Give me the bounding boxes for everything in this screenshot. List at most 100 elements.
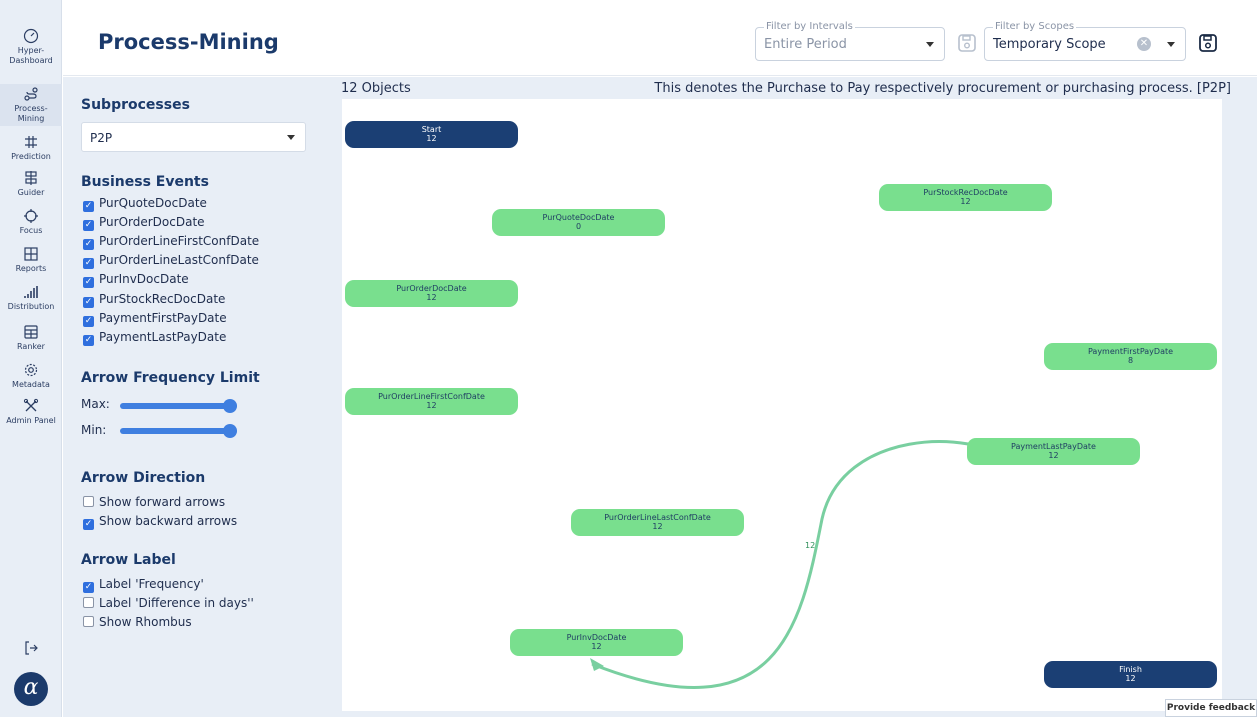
scope-filter-select[interactable]: Filter by Scopes Temporary Scope ✕ — [984, 21, 1186, 61]
checkbox-checked-icon[interactable]: ✓ — [83, 334, 94, 346]
sidebar-item-process-mining[interactable]: Process-Mining — [0, 84, 62, 126]
gauge-icon — [23, 28, 39, 44]
checkbox-checked-icon[interactable]: ✓ — [83, 582, 94, 593]
checkbox-empty-icon[interactable] — [83, 616, 94, 627]
sidebar-item-label: Admin Panel — [6, 416, 56, 425]
sidebar-item-label: Metadata — [12, 380, 50, 389]
sidebar-item-label: Prediction — [11, 152, 51, 161]
min-label: Min: — [81, 423, 107, 437]
node-count: 12 — [960, 197, 971, 206]
node-count: 12 — [652, 522, 663, 531]
process-icon — [23, 86, 39, 102]
checkbox-label: Show backward arrows — [99, 514, 238, 528]
checkbox-row[interactable]: ✓ Show backward arrows — [83, 514, 237, 530]
process-map-canvas[interactable]: 12 Start 12 PurQuoteDocDate 0 PurStockRecDoc… — [342, 99, 1222, 711]
checkbox-checked-icon[interactable]: ✓ — [83, 201, 94, 212]
process-node-start[interactable]: Start 12 — [345, 121, 518, 148]
max-frequency-slider[interactable] — [120, 399, 237, 413]
checkbox-label: PurStockRecDocDate — [99, 291, 226, 306]
slider-thumb[interactable] — [223, 424, 237, 438]
provide-feedback-button[interactable]: Provide feedback — [1165, 699, 1257, 717]
checkbox-row[interactable]: ✓ PurOrderLineLastConfDate — [83, 253, 259, 270]
checkbox-label: PurInvDocDate — [99, 272, 189, 287]
node-label: PurOrderLineLastConfDate — [604, 513, 711, 522]
checkbox-row[interactable]: Show forward arrows — [83, 495, 225, 511]
checkbox-checked-icon[interactable]: ✓ — [83, 277, 94, 289]
process-node-payment-last[interactable]: PaymentLastPayDate 12 — [967, 438, 1140, 465]
chevron-down-icon — [287, 135, 295, 140]
checkbox-row[interactable]: ✓ PurOrderDocDate — [83, 215, 205, 232]
interval-filter-legend: Filter by Intervals — [764, 21, 855, 32]
process-node-pur-order-first[interactable]: PurOrderLineFirstConfDate 12 — [345, 388, 518, 415]
sidebar-item-distribution[interactable]: Distribution — [0, 284, 62, 312]
page-title: Process-Mining — [98, 30, 279, 54]
sidebar-item-ranker[interactable]: Ranker — [0, 324, 62, 352]
checkbox-label: PurOrderLineFirstConfDate — [99, 234, 260, 249]
sidebar-item-label: Reports — [15, 264, 47, 273]
node-label: PurStockRecDocDate — [923, 188, 1008, 197]
checkbox-row[interactable]: ✓ PurQuoteDocDate — [83, 196, 207, 212]
process-node-payment-first[interactable]: PaymentFirstPayDate 8 — [1044, 343, 1217, 370]
logout-icon[interactable] — [23, 640, 39, 656]
checkbox-checked-icon[interactable]: ✓ — [83, 296, 94, 308]
sidebar-item-admin-panel[interactable]: Admin Panel — [0, 398, 62, 426]
sidebar-item-reports[interactable]: Reports — [0, 246, 62, 274]
subprocesses-title: Subprocesses — [81, 97, 190, 113]
checkbox-row[interactable]: ✓ PurOrderLineFirstConfDate — [83, 234, 260, 251]
checkbox-label: PurQuoteDocDate — [99, 196, 207, 210]
process-node-finish[interactable]: Finish 12 — [1044, 661, 1217, 688]
checkbox-label: PurOrderLineLastConfDate — [99, 253, 259, 268]
checkbox-checked-icon[interactable]: ✓ — [83, 258, 94, 270]
node-count: 8 — [1127, 356, 1134, 365]
checkbox-row[interactable]: ✓ PaymentFirstPayDate — [83, 311, 227, 327]
control-panel: Subprocesses P2P Business Events ✓ PurQuo… — [63, 77, 340, 717]
process-node-pur-inv[interactable]: PurInvDocDate 12 — [510, 629, 683, 656]
checkbox-empty-icon[interactable] — [83, 496, 94, 507]
checkbox-row[interactable]: Label 'Difference in days'' — [83, 596, 254, 612]
checkbox-label: Label 'Difference in days'' — [99, 596, 254, 610]
node-count: 12 — [426, 401, 437, 410]
slider-thumb[interactable] — [223, 399, 237, 413]
checkbox-checked-icon[interactable]: ✓ — [83, 220, 94, 232]
process-node-pur-quote[interactable]: PurQuoteDocDate 0 — [492, 209, 665, 236]
alpha-logo: α — [14, 672, 48, 706]
checkbox-row[interactable]: ✓ PurStockRecDocDate — [83, 292, 225, 308]
arrow-label-title: Arrow Label — [81, 552, 176, 568]
clear-scope-icon[interactable]: ✕ — [1137, 37, 1151, 51]
process-node-pur-order[interactable]: PurOrderDocDate 12 — [345, 280, 518, 307]
checkbox-empty-icon[interactable] — [83, 597, 94, 608]
node-count: 12 — [426, 134, 437, 143]
checkbox-row[interactable]: ✓ PurInvDocDate — [83, 272, 189, 289]
checkbox-checked-icon[interactable]: ✓ — [83, 239, 94, 251]
checkbox-checked-icon[interactable]: ✓ — [83, 315, 94, 327]
process-node-pur-stock[interactable]: PurStockRecDocDate 12 — [879, 184, 1052, 211]
sidebar-item-guider[interactable]: Guider — [0, 170, 62, 198]
node-count: 12 — [1125, 674, 1136, 683]
sidebar-item-hyper-dashboard[interactable]: Hyper-Dashboard — [0, 28, 62, 66]
grid-icon — [23, 246, 39, 262]
checkbox-label: PaymentFirstPayDate — [99, 310, 227, 325]
node-label: PurQuoteDocDate — [542, 213, 615, 222]
checkbox-row[interactable]: ✓ Label 'Frequency' — [83, 577, 204, 593]
process-node-pur-order-last[interactable]: PurOrderLineLastConfDate 12 — [571, 509, 744, 536]
checkbox-label: Label 'Frequency' — [99, 577, 204, 591]
checkbox-checked-icon[interactable]: ✓ — [83, 519, 94, 530]
scope-filter-legend: Filter by Scopes — [993, 21, 1077, 32]
sidebar-item-metadata[interactable]: Metadata — [0, 362, 62, 390]
checkbox-row[interactable]: ✓ PaymentLastPayDate — [83, 330, 226, 346]
node-count: 12 — [591, 642, 602, 651]
save-interval-icon[interactable] — [957, 33, 977, 53]
max-label: Max: — [81, 397, 110, 411]
prediction-icon — [23, 134, 39, 150]
business-events-title: Business Events — [81, 174, 209, 190]
sidebar-item-prediction[interactable]: Prediction — [0, 134, 62, 162]
min-frequency-slider[interactable] — [120, 424, 237, 438]
save-scope-icon[interactable] — [1198, 33, 1218, 53]
checkbox-row[interactable]: Show Rhombus — [83, 615, 192, 631]
interval-filter-select[interactable]: Filter by Intervals Entire Period — [755, 21, 945, 61]
subprocess-select[interactable]: P2P — [81, 122, 306, 152]
sidebar-item-focus[interactable]: Focus — [0, 208, 62, 236]
node-count: 12 — [426, 293, 437, 302]
gear-icon — [23, 362, 39, 378]
sidebar-item-label: Focus — [19, 226, 43, 235]
